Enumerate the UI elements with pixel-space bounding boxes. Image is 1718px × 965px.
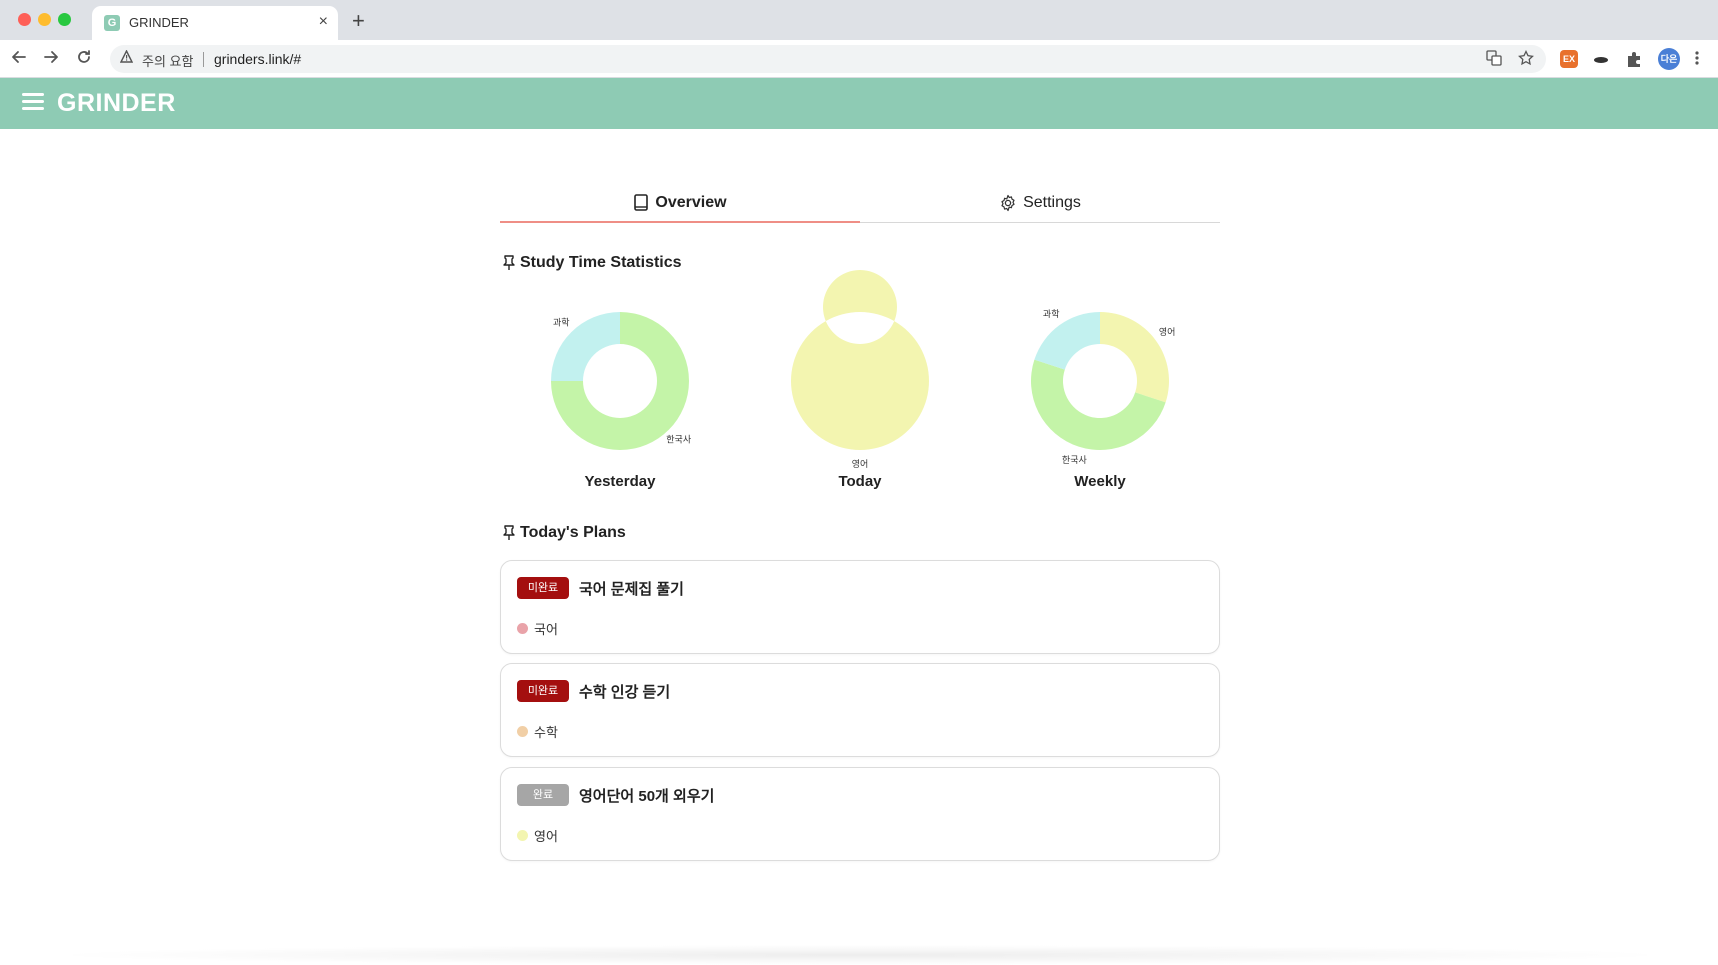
page-shadow [40,945,1680,965]
slice-label: 과학 [1043,309,1060,320]
extension-ex-icon[interactable]: EX [1560,50,1578,68]
translate-icon[interactable] [1486,50,1502,70]
new-tab-button[interactable]: + [352,8,365,34]
subject-label: 국어 [534,622,558,637]
browser-toolbar: 주의 요함 grinders.link/# EX 다은 [0,40,1718,78]
slice-label: 과학 [553,317,570,328]
extension-shape-icon[interactable] [1592,50,1610,68]
back-button[interactable] [7,47,31,71]
plan-title: 국어 문제집 풀기 [579,581,684,598]
browser-tabstrip: G GRINDER × + [0,0,1718,40]
slice-label: 한국사 [666,435,692,446]
close-window-button[interactable] [18,13,31,26]
slice-label: 영어 [852,459,869,470]
arrow-right-icon [44,51,58,63]
plan-card[interactable]: 미완료 수학 인강 듣기 수학 [500,663,1220,757]
donut-slice [1031,359,1166,450]
tab-overview-label: Overview [655,194,727,211]
status-badge: 미완료 [517,680,569,702]
reload-icon [78,50,90,63]
minimize-window-button[interactable] [38,13,51,26]
stats-section-title: Study Time Statistics [502,254,682,272]
browser-tab[interactable]: G GRINDER × [92,6,338,40]
subject-dot [517,726,528,737]
donut-slice [1034,312,1100,370]
warning-icon [119,49,134,66]
donut-slice [551,312,620,381]
security-label[interactable]: 주의 요함 [142,51,193,70]
address-bar[interactable]: 주의 요함 grinders.link/# [110,45,1546,73]
close-tab-icon[interactable]: × [319,13,328,31]
app-header: GRINDER [0,78,1718,129]
plan-card[interactable]: 미완료 국어 문제집 풀기 국어 [500,560,1220,654]
bookmark-star-icon[interactable] [1518,49,1534,70]
favicon-icon: G [104,15,120,31]
tab-settings[interactable]: Settings [860,188,1220,223]
status-badge: 완료 [517,784,569,806]
profile-avatar[interactable]: 다은 [1658,48,1680,70]
menu-icon[interactable] [22,93,44,111]
slice-label: 영어 [1159,327,1176,338]
stats-title-text: Study Time Statistics [520,254,682,271]
subject-label: 수학 [534,725,558,740]
plan-card[interactable]: 완료 영어단어 50개 외우기 영어 [500,767,1220,861]
donut-slice [1100,312,1169,403]
pin-icon [503,525,515,540]
url-text[interactable]: grinders.link/# [214,51,301,67]
app-brand[interactable]: GRINDER [57,89,176,118]
subject-dot [517,623,528,634]
chart-caption: Weekly [1074,473,1126,490]
tab-title: GRINDER [129,15,189,30]
slice-label: 한국사 [1062,455,1088,466]
chart-caption: Yesterday [584,473,656,490]
more-menu-icon[interactable] [1692,50,1702,68]
subject-dot [517,830,528,841]
chart-caption: Today [838,473,882,490]
puzzle-icon[interactable] [1625,50,1643,68]
forward-button[interactable] [39,47,63,71]
status-badge: 미완료 [517,577,569,599]
maximize-window-button[interactable] [58,13,71,26]
reload-button[interactable] [72,47,96,71]
book-icon [634,194,649,211]
tab-settings-label: Settings [1023,194,1081,211]
separator [203,52,204,67]
tab-overview[interactable]: Overview [500,188,860,223]
subject-label: 영어 [534,829,558,844]
plan-title: 수학 인강 듣기 [579,684,671,701]
tab-bar: Overview Settings [500,188,1220,223]
donut-slice [551,312,689,450]
plans-section-title: Today's Plans [502,524,626,542]
arrow-left-icon [12,51,26,63]
gear-icon [1001,194,1015,212]
donut-slice [790,270,929,450]
pin-icon [503,255,515,270]
plans-title-text: Today's Plans [520,524,626,541]
plan-title: 영어단어 50개 외우기 [579,788,715,805]
